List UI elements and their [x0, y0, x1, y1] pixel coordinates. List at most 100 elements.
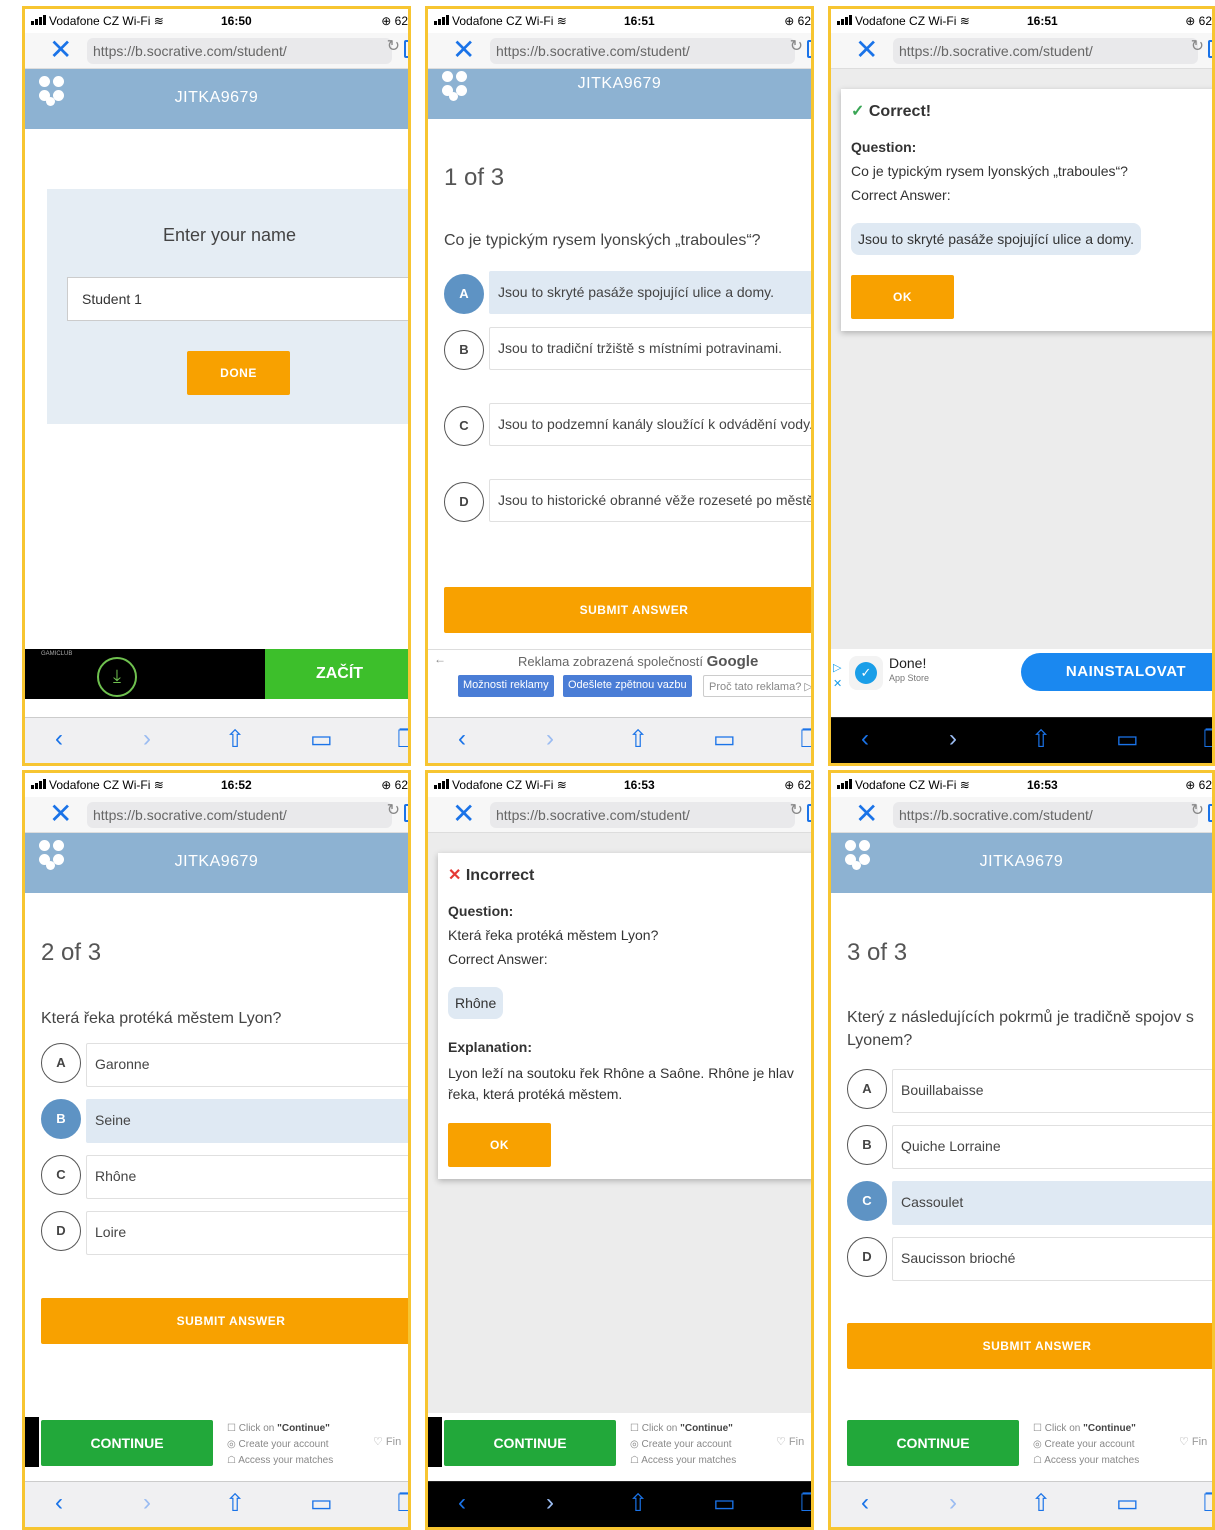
ad-step-2: ◎ Create your account — [1033, 1439, 1135, 1450]
choice-letter[interactable]: B — [847, 1125, 887, 1165]
choice-letter[interactable]: C — [847, 1181, 887, 1221]
submit-answer-button[interactable]: SUBMIT ANSWER — [847, 1323, 1212, 1369]
choice-text[interactable]: Loire — [86, 1211, 408, 1255]
tabs-icon[interactable]: ❐ — [1203, 1489, 1212, 1518]
ad-options-button[interactable]: Možnosti reklamy — [458, 675, 554, 697]
tabs-icon[interactable] — [807, 804, 811, 822]
choice-letter[interactable]: D — [444, 482, 484, 522]
choice-letter[interactable]: B — [444, 330, 484, 370]
ad-disclosure: Reklama zobrazená společností Google — [518, 653, 759, 670]
close-icon[interactable]: ✕ — [855, 36, 878, 64]
choice-text[interactable]: Bouillabaisse — [892, 1069, 1212, 1113]
url-field[interactable]: https://b.socrative.com/student/ — [490, 38, 795, 64]
reload-icon[interactable]: ↻ — [790, 36, 803, 56]
forward-icon[interactable]: › — [143, 1489, 151, 1517]
bookmarks-icon[interactable]: ▭ — [1116, 725, 1139, 754]
forward-icon[interactable]: › — [949, 1489, 957, 1517]
reload-icon[interactable]: ↻ — [790, 800, 803, 820]
ad-start-button[interactable]: ZAČÍT — [265, 649, 408, 699]
forward-icon[interactable]: › — [546, 1489, 554, 1517]
continue-button[interactable]: CONTINUE — [41, 1420, 213, 1466]
share-icon[interactable]: ⇧ — [628, 1489, 648, 1518]
back-icon[interactable]: ‹ — [55, 1489, 63, 1517]
tabs-icon[interactable]: ❐ — [800, 725, 811, 754]
back-icon[interactable]: ‹ — [458, 725, 466, 753]
choice-letter[interactable]: A — [847, 1069, 887, 1109]
share-icon[interactable]: ⇧ — [225, 1489, 245, 1518]
tabs-icon[interactable]: ❐ — [397, 1489, 408, 1518]
browser-toolbar: ‹ › ⇧ ▭ ❐ — [831, 717, 1212, 763]
tabs-icon[interactable] — [404, 40, 408, 58]
back-icon[interactable]: ‹ — [861, 1489, 869, 1517]
tabs-icon[interactable]: ❐ — [397, 725, 408, 754]
reload-icon[interactable]: ↻ — [387, 36, 400, 56]
done-button[interactable]: DONE — [187, 351, 290, 395]
continue-button[interactable]: CONTINUE — [847, 1420, 1019, 1466]
bookmarks-icon[interactable]: ▭ — [1116, 1489, 1139, 1518]
reload-icon[interactable]: ↻ — [387, 800, 400, 820]
choice-letter[interactable]: C — [444, 406, 484, 446]
choice-text[interactable]: Jsou to historické obranné věže rozeseté… — [489, 479, 811, 522]
back-icon[interactable]: ‹ — [55, 725, 63, 753]
choice-text[interactable]: Jsou to tradiční tržiště s místními potr… — [489, 327, 811, 370]
choice-letter[interactable]: C — [41, 1155, 81, 1195]
choice-text[interactable]: Quiche Lorraine — [892, 1125, 1212, 1169]
url-field[interactable]: https://b.socrative.com/student/ — [87, 38, 392, 64]
tabs-icon[interactable]: ❐ — [800, 1489, 811, 1518]
share-icon[interactable]: ⇧ — [1031, 1489, 1051, 1518]
choice-letter[interactable]: D — [41, 1211, 81, 1251]
choice-text[interactable]: Cassoulet — [892, 1181, 1212, 1225]
close-icon[interactable]: ✕ — [855, 800, 878, 828]
choice-text[interactable]: Jsou to podzemní kanály sloužící k odvád… — [489, 403, 811, 446]
choice-text[interactable]: Seine — [86, 1099, 408, 1143]
url-field[interactable]: https://b.socrative.com/student/ — [490, 802, 795, 828]
choice-text[interactable]: Garonne — [86, 1043, 408, 1087]
download-icon[interactable]: ⤓ — [97, 657, 137, 697]
forward-icon[interactable]: › — [546, 725, 554, 753]
tabs-icon[interactable]: ❐ — [1203, 725, 1212, 754]
why-this-ad-button[interactable]: Proč tato reklama? ▷ — [703, 675, 811, 697]
back-icon[interactable]: ‹ — [458, 1489, 466, 1517]
choice-letter[interactable]: A — [41, 1043, 81, 1083]
url-field[interactable]: https://b.socrative.com/student/ — [893, 38, 1198, 64]
bookmarks-icon[interactable]: ▭ — [713, 1489, 736, 1518]
choice-text[interactable]: Jsou to skryté pasáže spojující ulice a … — [489, 271, 811, 314]
ad-feedback-button[interactable]: Odešlete zpětnou vazbu — [563, 675, 692, 697]
submit-answer-button[interactable]: SUBMIT ANSWER — [41, 1298, 408, 1344]
back-icon[interactable]: ‹ — [861, 725, 869, 753]
share-icon[interactable]: ⇧ — [628, 725, 648, 754]
forward-icon[interactable]: › — [949, 725, 957, 753]
ok-button[interactable]: OK — [851, 275, 954, 319]
bookmarks-icon[interactable]: ▭ — [713, 725, 736, 754]
ok-button[interactable]: OK — [448, 1123, 551, 1167]
bookmarks-icon[interactable]: ▭ — [310, 725, 333, 754]
share-icon[interactable]: ⇧ — [1031, 725, 1051, 754]
choice-letter[interactable]: B — [41, 1099, 81, 1139]
choice-letter[interactable]: D — [847, 1237, 887, 1277]
tabs-icon[interactable] — [807, 40, 811, 58]
close-icon[interactable]: ✕ — [452, 36, 475, 64]
close-icon[interactable]: ✕ — [49, 36, 72, 64]
close-icon[interactable]: ✕ — [49, 800, 72, 828]
choice-text[interactable]: Saucisson brioché — [892, 1237, 1212, 1281]
reload-icon[interactable]: ↻ — [1191, 36, 1204, 56]
choice-letter[interactable]: A — [444, 274, 484, 314]
url-field[interactable]: https://b.socrative.com/student/ — [893, 802, 1198, 828]
tabs-icon[interactable] — [1208, 40, 1212, 58]
submit-answer-button[interactable]: SUBMIT ANSWER — [444, 587, 811, 633]
reload-icon[interactable]: ↻ — [1191, 800, 1204, 820]
close-ad-icon[interactable]: ✕ — [833, 677, 842, 690]
install-button[interactable]: NAINSTALOVAT — [1021, 653, 1212, 691]
name-input[interactable]: Student 1 — [67, 277, 408, 321]
back-arrow-icon[interactable]: ← — [434, 652, 446, 666]
close-icon[interactable]: ✕ — [452, 800, 475, 828]
tabs-icon[interactable] — [1208, 804, 1212, 822]
tabs-icon[interactable] — [404, 804, 408, 822]
share-icon[interactable]: ⇧ — [225, 725, 245, 754]
bookmarks-icon[interactable]: ▭ — [310, 1489, 333, 1518]
forward-icon[interactable]: › — [143, 725, 151, 753]
url-field[interactable]: https://b.socrative.com/student/ — [87, 802, 392, 828]
adchoices-icon[interactable]: ▷ — [833, 661, 841, 674]
continue-button[interactable]: CONTINUE — [444, 1420, 616, 1466]
choice-text[interactable]: Rhône — [86, 1155, 408, 1199]
